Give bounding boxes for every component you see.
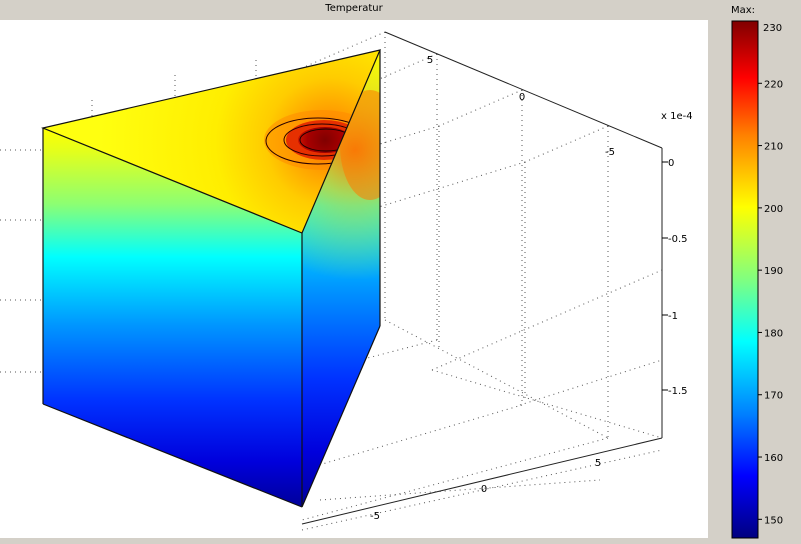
colorbar-svg: 230 220 210 200 190 180 170 160 150 [731, 20, 783, 539]
colorbar-tick-label-7: 150 [764, 515, 783, 526]
z-tick-label-0: 0 [668, 158, 674, 169]
x-tick-label-0: 5 [427, 55, 433, 66]
colorbar-tick-label-4: 180 [764, 328, 783, 339]
y-tick-label-1: 0 [481, 484, 487, 495]
colorbar-tick-label-6: 160 [764, 453, 783, 464]
colorbar-max-value: 230 [763, 23, 782, 34]
colorbar-tick-label-3: 190 [764, 266, 783, 277]
x-tick-label-1: 0 [519, 92, 525, 103]
y-tick-label-2: -5 [370, 511, 380, 522]
x-tick-label-2: -5 [605, 147, 615, 158]
colorbar: 230 220 210 200 190 180 170 160 150 [720, 20, 801, 540]
colorbar-tick-label-2: 200 [764, 204, 783, 215]
plot-title: Temperatur [325, 3, 383, 14]
colorbar-max-label: Max: [731, 5, 756, 16]
z-axis-multiplier: x 1e-4 [661, 111, 693, 122]
colorbar-tick-label-1: 210 [764, 142, 783, 153]
y-tick-label-0: 5 [595, 458, 601, 469]
tick-labels: 5 0 -5 5 0 -5 0 -0.5 -1 -1.5 x 1e-4 [370, 55, 693, 522]
plot-area[interactable]: 5 0 -5 5 0 -5 0 -0.5 -1 -1.5 x 1e-4 [0, 20, 708, 538]
3d-plot-canvas[interactable]: 5 0 -5 5 0 -5 0 -0.5 -1 -1.5 x 1e-4 [0, 20, 708, 538]
colorbar-tick-label-0: 220 [764, 79, 783, 90]
colorbar-gradient [731, 20, 759, 539]
temperature-prism[interactable] [41, 49, 400, 508]
z-tick-label-2: -1 [668, 311, 678, 322]
colorbar-tick-label-5: 170 [764, 391, 783, 402]
z-tick-label-3: -1.5 [668, 386, 688, 397]
z-tick-label-1: -0.5 [668, 234, 688, 245]
